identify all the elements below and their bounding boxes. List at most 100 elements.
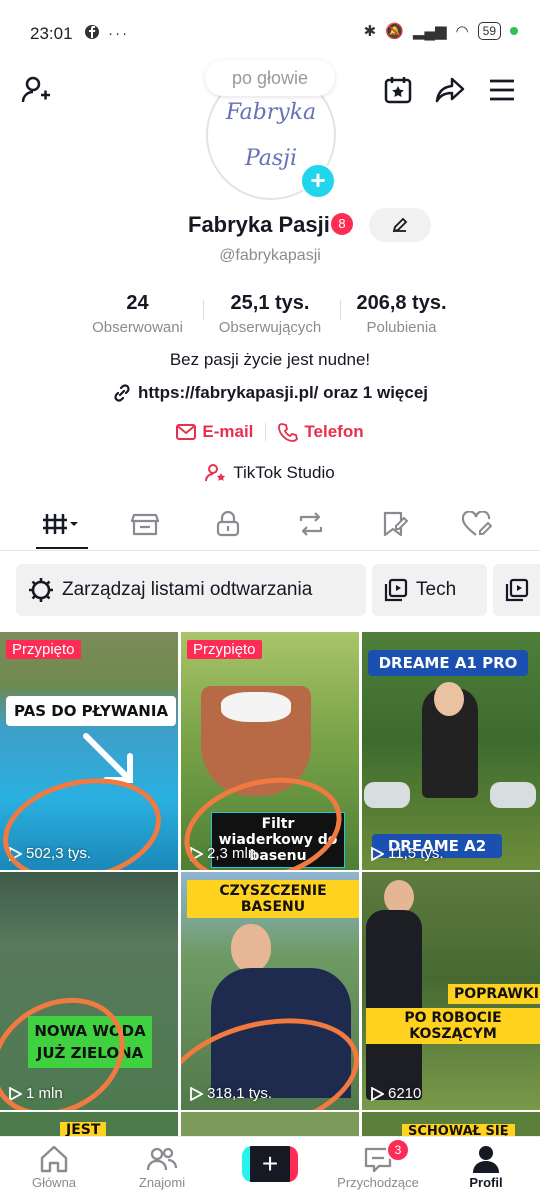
grid-icon — [43, 514, 78, 534]
signal-icon: ▂▄▆ — [412, 23, 447, 40]
email-button[interactable]: E-mail — [176, 422, 253, 442]
bluetooth-icon: ✱ — [363, 23, 377, 40]
contact-divider — [265, 423, 267, 441]
playlist-icon — [384, 578, 408, 602]
video-tile[interactable]: POPRAWKI PO ROBOCIE KOSZĄCYM 6210 — [362, 872, 540, 1110]
video-tile[interactable]: DREAME A1 PRO DREAME A2 11,5 tys. — [362, 632, 540, 870]
nav-friends[interactable]: Znajomi — [112, 1143, 212, 1190]
play-icon — [371, 1086, 384, 1101]
nav-inbox[interactable]: Przychodzące — [328, 1143, 428, 1190]
person-image — [366, 910, 422, 1100]
contact-row: E-mail Telefon — [0, 422, 540, 442]
robot-image — [364, 782, 410, 808]
stat-divider — [203, 300, 204, 320]
tab-indicator — [36, 547, 88, 549]
playlist-button-partial[interactable] — [493, 564, 540, 616]
lock-icon — [216, 511, 240, 537]
calendar-star-icon — [384, 77, 412, 104]
tab-liked[interactable] — [447, 500, 507, 548]
video-caption: DREAME A1 PRO — [368, 650, 528, 676]
edit-profile-button[interactable] — [369, 208, 431, 242]
person-head — [231, 924, 271, 972]
video-caption: PAS DO PŁYWANIA — [6, 696, 177, 726]
video-tile[interactable]: CZYSZCZENIE BASENU 318,1 tys. — [181, 872, 359, 1110]
video-tile[interactable]: NOWA WODA JUŻ ZIELONA 1 mln — [0, 872, 178, 1110]
notification-icons: ··· — [84, 24, 129, 42]
phone-icon — [278, 423, 299, 442]
profile-handle: @fabrykapasji — [219, 247, 321, 264]
link-icon — [114, 384, 130, 402]
filter-image — [221, 692, 291, 722]
tab-shop[interactable] — [115, 500, 175, 548]
manage-playlists-button[interactable]: Zarządzaj listami odtwarzania — [16, 564, 366, 616]
stat-followers[interactable]: 25,1 tys. Obserwujących — [206, 292, 334, 336]
name-badge: 8 — [331, 213, 353, 235]
studio-icon — [205, 464, 226, 482]
video-caption: SCHOWAŁ SIĘ — [402, 1124, 515, 1136]
status-right-icons: ✱ 🔕 ▂▄▆ ◠ 59 — [364, 22, 518, 40]
share-icon — [435, 77, 465, 103]
stat-likes[interactable]: 206,8 tys. Polubienia — [344, 292, 459, 336]
pinned-badge: Przypięto — [187, 640, 262, 659]
hamburger-icon — [490, 79, 514, 101]
add-avatar-button[interactable]: + — [300, 163, 336, 199]
video-tile-partial[interactable]: SCHOWAŁ SIĘ — [362, 1112, 540, 1136]
person-head — [434, 682, 464, 716]
mute-icon: 🔕 — [385, 23, 404, 40]
nav-home[interactable]: Główna — [4, 1143, 104, 1190]
person-head — [384, 880, 414, 914]
stat-divider — [340, 300, 341, 320]
phone-button[interactable]: Telefon — [278, 422, 364, 442]
heart-icon — [462, 511, 492, 536]
status-bar: 23:01 ··· ✱ 🔕 ▂▄▆ ◠ 59 — [0, 0, 540, 60]
playlist-tech-button[interactable]: Tech — [372, 564, 487, 616]
video-tile-partial[interactable]: JEST — [0, 1112, 178, 1136]
repost-icon — [299, 512, 323, 536]
view-count: 11,5 tys. — [370, 845, 444, 862]
menu-button[interactable] — [482, 70, 522, 110]
pinned-badge: Przypięto — [6, 640, 81, 659]
video-caption-line2: PO ROBOCIE KOSZĄCYM — [366, 1008, 540, 1044]
play-icon — [371, 846, 384, 861]
video-caption-line1: POPRAWKI — [448, 984, 540, 1004]
video-caption: JEST — [60, 1122, 107, 1136]
camera-indicator — [510, 27, 518, 35]
profile-icon — [473, 1146, 499, 1173]
wifi-icon: ◠ — [455, 23, 469, 40]
add-friend-button[interactable] — [16, 70, 56, 110]
profile-bio: Bez pasji życie jest nudne! — [169, 350, 371, 369]
battery-icon: 59 — [477, 22, 501, 40]
gear-icon — [29, 578, 53, 602]
video-tile-partial[interactable] — [181, 1112, 359, 1136]
profile-name: Fabryka Pasji — [188, 212, 330, 237]
video-tile[interactable]: Przypięto Filtr wiaderkowy do basenu 2,3… — [181, 632, 359, 870]
friends-icon — [146, 1147, 178, 1171]
pencil-icon — [392, 217, 408, 233]
tab-videos[interactable] — [32, 500, 92, 548]
home-icon — [40, 1145, 68, 1173]
nav-profile[interactable]: Profil — [436, 1143, 536, 1190]
robot-image — [490, 782, 536, 808]
profile-tabs — [0, 500, 540, 551]
share-button[interactable] — [430, 70, 470, 110]
profile-link[interactable]: https://fabrykapasji.pl/ oraz 1 więcej — [0, 383, 540, 403]
add-person-icon — [21, 76, 50, 103]
bookmark-icon — [383, 511, 408, 537]
view-count: 6210 — [370, 1085, 421, 1102]
calendar-button[interactable] — [378, 70, 418, 110]
plus-icon: + — [250, 1146, 290, 1182]
avatar-tooltip: po głowie — [205, 60, 335, 96]
video-tile[interactable]: Przypięto PAS DO PŁYWANIA 502,3 tys. — [0, 632, 178, 870]
tab-private[interactable] — [198, 500, 258, 548]
tiktok-studio-button[interactable]: TikTok Studio — [0, 463, 540, 483]
video-caption: CZYSZCZENIE BASENU — [187, 880, 359, 918]
shop-icon — [131, 513, 159, 536]
create-button[interactable]: + — [242, 1146, 298, 1182]
playlist-icon — [505, 578, 529, 602]
stat-following[interactable]: 24 Obserwowani — [80, 292, 195, 336]
mail-icon — [176, 424, 197, 440]
inbox-badge: 3 — [386, 1138, 410, 1162]
status-time: 23:01 — [30, 24, 73, 43]
tab-favorites[interactable] — [364, 500, 424, 548]
tab-reposts[interactable] — [281, 500, 341, 548]
